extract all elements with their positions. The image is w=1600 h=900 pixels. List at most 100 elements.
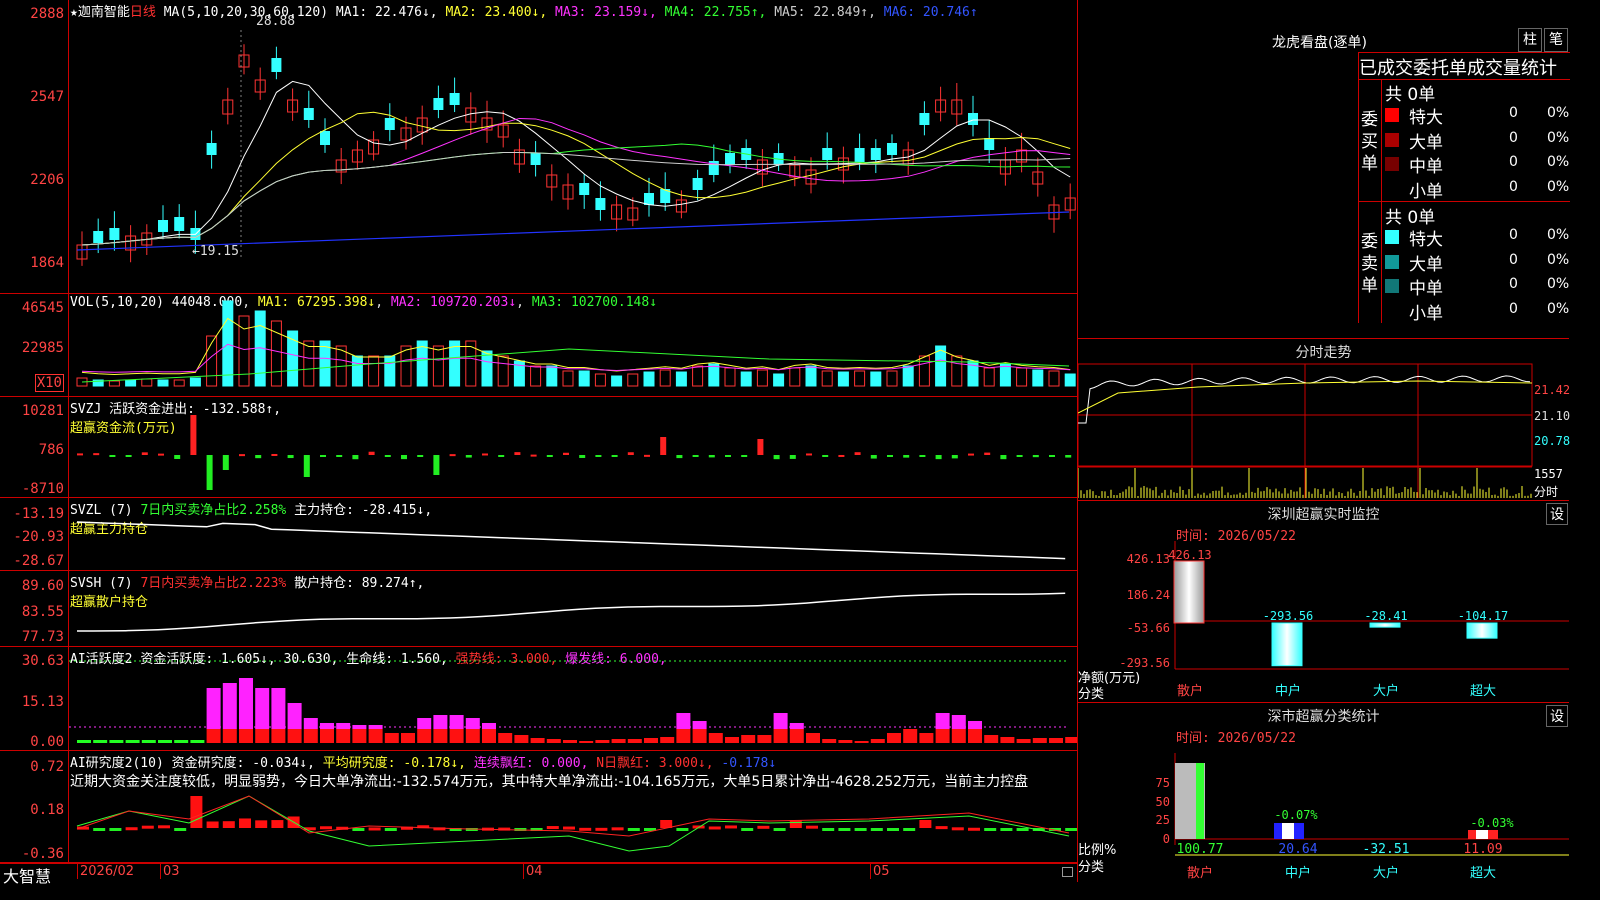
- volume-bar: [627, 373, 639, 387]
- research-bar: [951, 827, 964, 831]
- volume-bar: [611, 375, 623, 387]
- intraday-panel[interactable]: 分时走势 21.42 21.10 20.78 1557 分时: [1077, 339, 1570, 501]
- fund-flow-bar: [287, 455, 294, 459]
- activity-bar: [757, 735, 772, 743]
- activity-bar: [951, 715, 966, 729]
- sz-class-panel[interactable]: 深市超赢分类统计 设 时间: 2026/05/22 75 50 25 0 -0.07% -…: [1077, 703, 1569, 882]
- volume-bar: [951, 355, 963, 387]
- intraday-tag: 分时: [1534, 485, 1559, 499]
- date-axis: 大智慧 2026/02 03 04 05: [0, 863, 1077, 886]
- fund-flow-bar: [255, 455, 262, 459]
- ai-research-pane[interactable]: 0.72 0.18 -0.36 AI研究度2(10) 资金研究度: -0.034…: [0, 751, 1077, 863]
- axis-label: -13.19: [13, 506, 64, 522]
- activity-bar: [206, 729, 221, 743]
- axis-tick: 186.24: [1127, 588, 1170, 602]
- volume-bar: [141, 378, 153, 387]
- order-count: 0: [1509, 129, 1518, 146]
- candle-down: [887, 143, 897, 155]
- axis-label: 10281: [21, 403, 64, 419]
- activity-bar: [660, 737, 675, 743]
- fund-flow-bar: [644, 454, 650, 457]
- volume-bar: [432, 345, 444, 387]
- volume-bar: [643, 371, 655, 387]
- fund-flow-bar: [368, 451, 375, 455]
- activity-bar: [822, 739, 837, 743]
- svzl-pane[interactable]: -13.19 -20.93 -28.67 SVZL (7) 7日内买卖净占比2.…: [0, 498, 1077, 571]
- order-count: 0: [1509, 276, 1518, 292]
- svsh-pane[interactable]: 89.60 83.55 77.73 SVSH (7) 7日内买卖净占比2.223…: [0, 571, 1077, 647]
- fund-flow-bar: [838, 454, 845, 457]
- candle-down: [984, 138, 995, 150]
- research-bar: [708, 826, 721, 830]
- fund-flow-bar: [806, 453, 812, 456]
- kline-pane[interactable]: 2888 2547 2206 1864 ★迦南智能日线 MA(5,10,20,3…: [0, 0, 1077, 294]
- activity-bar: [692, 729, 707, 743]
- candle-down: [433, 98, 444, 110]
- bar-value: 426.13: [1168, 548, 1211, 562]
- candle-down: [919, 113, 930, 125]
- activity-bar: [725, 737, 739, 743]
- activity-bar: [514, 735, 529, 743]
- tick-view-button[interactable]: 笔: [1544, 28, 1568, 52]
- order-percent: 0%: [1547, 276, 1570, 292]
- axis-tick: 25: [1156, 813, 1170, 827]
- candle-down: [320, 131, 330, 145]
- candle-down: [692, 178, 703, 190]
- order-count: 0: [1509, 154, 1518, 170]
- ratio-bar: [1476, 830, 1488, 839]
- ratio-bar: [1196, 763, 1204, 839]
- order-size-label: 大单: [1409, 132, 1443, 153]
- activity-bar: [935, 713, 950, 729]
- fund-flow-bar: [611, 455, 618, 457]
- research-bar: [887, 828, 899, 831]
- fund-flow-bar: [174, 455, 181, 459]
- axis-tick: 75: [1156, 776, 1170, 790]
- activity-bar: [125, 740, 140, 743]
- bar-view-button[interactable]: 柱: [1518, 28, 1542, 52]
- svsh-axis: 89.60 83.55 77.73: [0, 571, 69, 646]
- activity-bar: [1065, 737, 1077, 743]
- fund-flow-bar: [741, 455, 748, 457]
- activity-bar: [109, 740, 124, 743]
- activity-bar: [806, 733, 820, 743]
- research-bar: [627, 828, 640, 831]
- activity-bar: [968, 721, 982, 729]
- axis-label: 2547: [30, 89, 64, 105]
- axis-label: 786: [38, 442, 64, 458]
- research-bar: [320, 826, 332, 830]
- ai-activity-pane[interactable]: 30.63 15.13 0.00 AI活跃度2 资金活跃度: 1.605↓, 3…: [0, 647, 1077, 751]
- volume-pane[interactable]: 46545 22985 X10 VOL(5,10,20) 44048.000, …: [0, 294, 1077, 397]
- research-bar: [822, 828, 835, 831]
- x-label: 分类: [1078, 860, 1105, 875]
- research-bar: [93, 828, 106, 831]
- activity-bar: [935, 729, 950, 743]
- research-bar: [1065, 828, 1077, 831]
- volume-bar: [756, 369, 768, 387]
- volume-bar: [886, 370, 898, 387]
- svzj-pane[interactable]: 10281 786 -8710 SVZJ 活跃资金进出: -132.588↑, …: [0, 397, 1077, 498]
- research-bar: [854, 828, 867, 831]
- research-bar: [903, 828, 916, 831]
- order-size-label: 中单: [1409, 279, 1443, 299]
- retail-holding-line: [77, 592, 1066, 632]
- net-amount-chart: 426.13186.24-53.66-293.56426.13散户-293.56…: [1119, 541, 1569, 699]
- research-bar: [725, 825, 737, 829]
- date-label: 04: [523, 864, 543, 879]
- fund-flow-bar: [563, 452, 569, 455]
- ratio-note: -0.03%: [1470, 816, 1514, 830]
- lock-icon[interactable]: [1062, 867, 1073, 877]
- research-bar: [773, 828, 786, 831]
- ai-activity-axis: 30.63 15.13 0.00: [0, 647, 69, 750]
- activity-bar: [919, 733, 934, 743]
- activity-bar: [433, 729, 448, 743]
- activity-bar: [708, 733, 723, 743]
- volume-bar: [854, 370, 866, 387]
- dragon-tiger-panel[interactable]: 龙虎看盘(逐单) 柱 笔 已成交委托单成交量统计 委买单 委卖单 共 0单 共 …: [1077, 0, 1570, 339]
- volume-bar: [384, 355, 396, 387]
- activity-bar: [644, 738, 658, 743]
- sz-realtime-panel[interactable]: 深圳超赢实时监控 设 时间: 2026/05/22 426.13 186.24 -5…: [1077, 501, 1569, 703]
- order-size-label: 小单: [1409, 181, 1443, 202]
- order-count: 0: [1509, 227, 1518, 243]
- research-bar: [206, 821, 219, 828]
- activity-bar: [449, 715, 464, 729]
